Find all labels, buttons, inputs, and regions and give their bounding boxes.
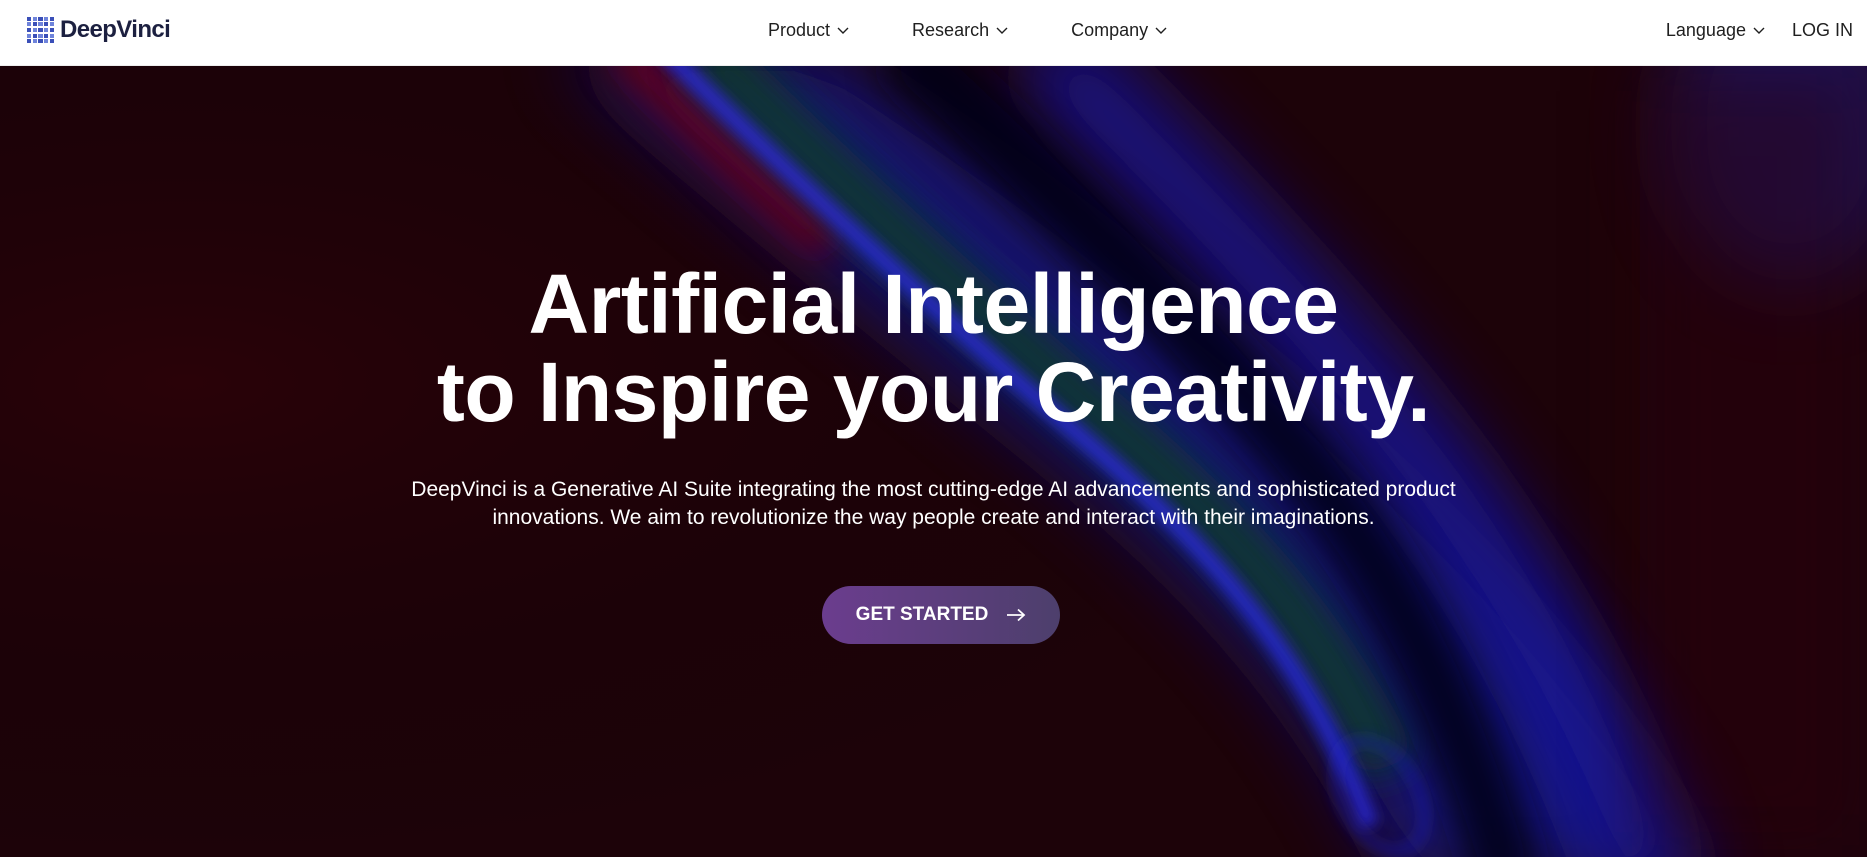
login-link[interactable]: LOG IN bbox=[1792, 20, 1853, 41]
brand-logo[interactable]: DeepVinci bbox=[27, 16, 171, 44]
language-dropdown[interactable]: Language bbox=[1666, 20, 1766, 41]
logo-grid-icon bbox=[27, 16, 54, 44]
hero-title: Artificial Intelligence to Inspire your … bbox=[0, 260, 1867, 436]
top-navbar: DeepVinci Product Research Company Langu… bbox=[0, 0, 1867, 66]
hero-title-line-1: Artificial Intelligence bbox=[528, 257, 1339, 351]
nav-item-company[interactable]: Company bbox=[1071, 20, 1168, 41]
hero-background bbox=[0, 66, 1867, 857]
chevron-down-icon bbox=[996, 27, 1008, 34]
hero-title-line-2: to Inspire your Creativity. bbox=[436, 345, 1431, 439]
chevron-down-icon bbox=[837, 27, 849, 34]
language-label: Language bbox=[1665, 19, 1746, 40]
nav-item-research[interactable]: Research bbox=[912, 20, 1009, 41]
hero-section: Artificial Intelligence to Inspire your … bbox=[0, 66, 1867, 857]
nav-item-label: Company bbox=[1071, 19, 1149, 40]
hero-subtitle-line-2: innovations. We aim to revolutionize the… bbox=[492, 506, 1375, 529]
nav-item-label: Product bbox=[768, 19, 831, 40]
main-nav: Product Research Company bbox=[768, 0, 1230, 60]
hero-subtitle: DeepVinci is a Generative AI Suite integ… bbox=[0, 476, 1867, 532]
get-started-label: GET STARTED bbox=[855, 604, 989, 625]
get-started-button[interactable]: GET STARTED bbox=[822, 586, 1060, 644]
nav-item-product[interactable]: Product bbox=[768, 20, 850, 41]
nav-right: Language LOG IN bbox=[1666, 0, 1853, 60]
chevron-down-icon bbox=[1155, 27, 1167, 34]
brand-name: DeepVinci bbox=[60, 16, 171, 43]
nav-item-label: Research bbox=[912, 19, 990, 40]
chevron-down-icon bbox=[1753, 27, 1765, 34]
hero-subtitle-line-1: DeepVinci is a Generative AI Suite integ… bbox=[411, 478, 1456, 501]
arrow-right-icon bbox=[1007, 608, 1026, 622]
